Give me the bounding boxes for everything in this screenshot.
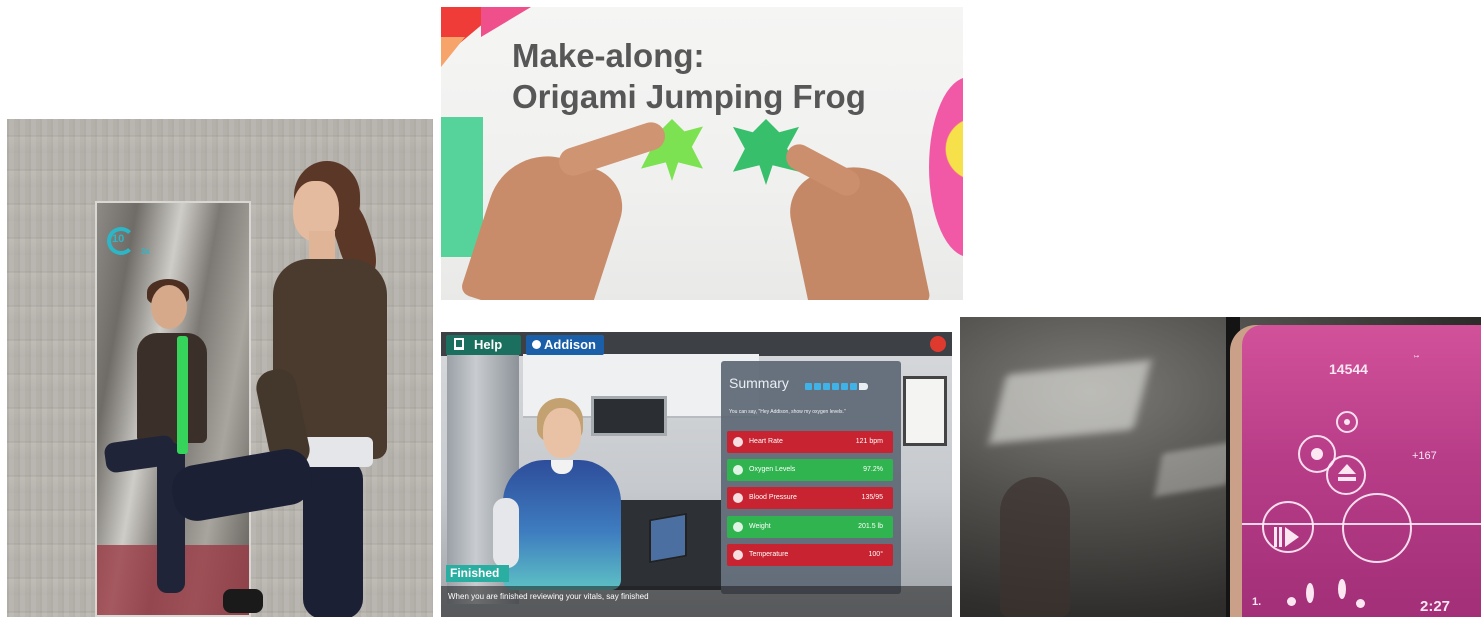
vital-label: Oxygen Levels <box>749 466 796 473</box>
play-icon <box>1285 527 1299 547</box>
timer-value: 10 <box>112 233 125 245</box>
vital-label: Temperature <box>749 551 789 558</box>
left-index-finger <box>555 118 669 180</box>
video-title-line1: Make-along: <box>512 37 705 74</box>
eject-icon-bar <box>1338 477 1356 481</box>
foot-dot <box>1287 597 1296 606</box>
reflection-head <box>151 285 187 329</box>
voice-prompt: You can say, "Hey Addison, show my oxyge… <box>729 409 846 415</box>
assistant-label: Addison <box>544 337 596 352</box>
thermometer-icon <box>733 550 743 560</box>
nurse-avatar-face <box>543 408 581 458</box>
rep-count: 3x <box>141 247 150 256</box>
vital-row-temperature[interactable]: Temperature 100° <box>727 544 893 566</box>
vital-value: 121 bpm <box>855 438 883 445</box>
virtual-nurse-screen: Help Addison Summary You can say, "Hey A… <box>441 332 952 617</box>
vital-row-heart-rate[interactable]: Heart Rate 121 bpm <box>727 431 893 453</box>
target-dot <box>1344 419 1350 425</box>
bonus-points: +167 <box>1412 450 1437 462</box>
woman-shoe <box>223 589 263 613</box>
record-icon[interactable] <box>930 336 946 352</box>
oxygen-icon <box>733 465 743 475</box>
progress-dot <box>832 383 839 390</box>
footprint-icon <box>1306 583 1314 603</box>
progress-dot <box>823 383 830 390</box>
footprint-icon <box>1338 579 1346 599</box>
floating-tablet <box>649 512 687 564</box>
level-indicator: 1. <box>1252 596 1262 608</box>
vital-row-blood-pressure[interactable]: Blood Pressure 135/95 <box>727 487 893 509</box>
eject-ring[interactable] <box>1326 455 1366 495</box>
target-ring-large[interactable] <box>1342 493 1412 563</box>
ceiling-light-reflection <box>1154 441 1236 497</box>
origami-video-frame: Make-along: Origami Jumping Frog <box>441 7 963 300</box>
pink-yellow-paper <box>929 77 963 257</box>
reflection-standing-leg <box>157 443 185 593</box>
foot-dot <box>1356 599 1365 608</box>
nurse-avatar-arm <box>493 498 519 568</box>
instruction-bar: When you are finished reviewing your vit… <box>441 586 952 617</box>
help-button[interactable]: Help <box>446 335 521 355</box>
instruction-text: When you are finished reviewing your vit… <box>448 592 649 601</box>
vital-value: 97.2% <box>863 466 883 473</box>
target-dot <box>1311 448 1323 460</box>
vital-value: 100° <box>868 551 883 558</box>
blood-pressure-icon <box>733 493 743 503</box>
video-title-line2: Origami Jumping Frog <box>512 78 866 115</box>
phone-game-photo: 14544 ↦ +167 1. 2:27 <box>960 317 1481 617</box>
pause-bars-icon <box>1274 527 1277 547</box>
vital-row-oxygen[interactable]: Oxygen Levels 97.2% <box>727 459 893 481</box>
vital-value: 135/95 <box>861 494 883 501</box>
summary-title: Summary <box>729 375 789 391</box>
vital-label: Blood Pressure <box>749 494 797 501</box>
vitals-summary-panel: Summary You can say, "Hey Addison, show … <box>721 361 901 594</box>
nurse-avatar-body <box>503 460 621 590</box>
scale-icon <box>733 522 743 532</box>
microwave <box>591 396 667 436</box>
progress-dots <box>805 377 870 395</box>
progress-dot <box>841 383 848 390</box>
progress-dot <box>814 383 821 390</box>
game-score: 14544 <box>1329 361 1368 377</box>
vital-label: Heart Rate <box>749 438 783 445</box>
finished-button[interactable]: Finished <box>446 565 509 582</box>
progress-dot <box>850 383 857 390</box>
heart-icon <box>733 437 743 447</box>
help-icon <box>454 338 464 350</box>
paper-corner-orange <box>441 37 465 67</box>
reflection-body <box>137 333 207 443</box>
person-reflection <box>1000 477 1070 617</box>
game-timer: 2:27 <box>1420 598 1451 615</box>
assistant-button[interactable]: Addison <box>526 335 604 355</box>
vital-label: Weight <box>749 523 771 530</box>
assistant-icon <box>532 340 541 349</box>
paper-corner-pink <box>481 7 531 37</box>
posture-guide-bar <box>177 336 188 454</box>
smart-mirror-photo: 10 3x <box>7 119 433 617</box>
eject-icon <box>1338 464 1356 474</box>
vital-value: 201.5 lb <box>858 523 883 530</box>
ceiling-light-reflection <box>988 359 1152 445</box>
video-title: Make-along: Origami Jumping Frog <box>512 35 866 117</box>
progress-dot <box>859 383 868 390</box>
vital-row-weight[interactable]: Weight 201.5 lb <box>727 516 893 538</box>
progress-dot <box>805 383 812 390</box>
help-label: Help <box>474 337 503 352</box>
mirror-display: 10 3x <box>95 201 251 617</box>
wall-picture <box>903 376 947 446</box>
exit-icon[interactable]: ↦ <box>1414 353 1419 360</box>
